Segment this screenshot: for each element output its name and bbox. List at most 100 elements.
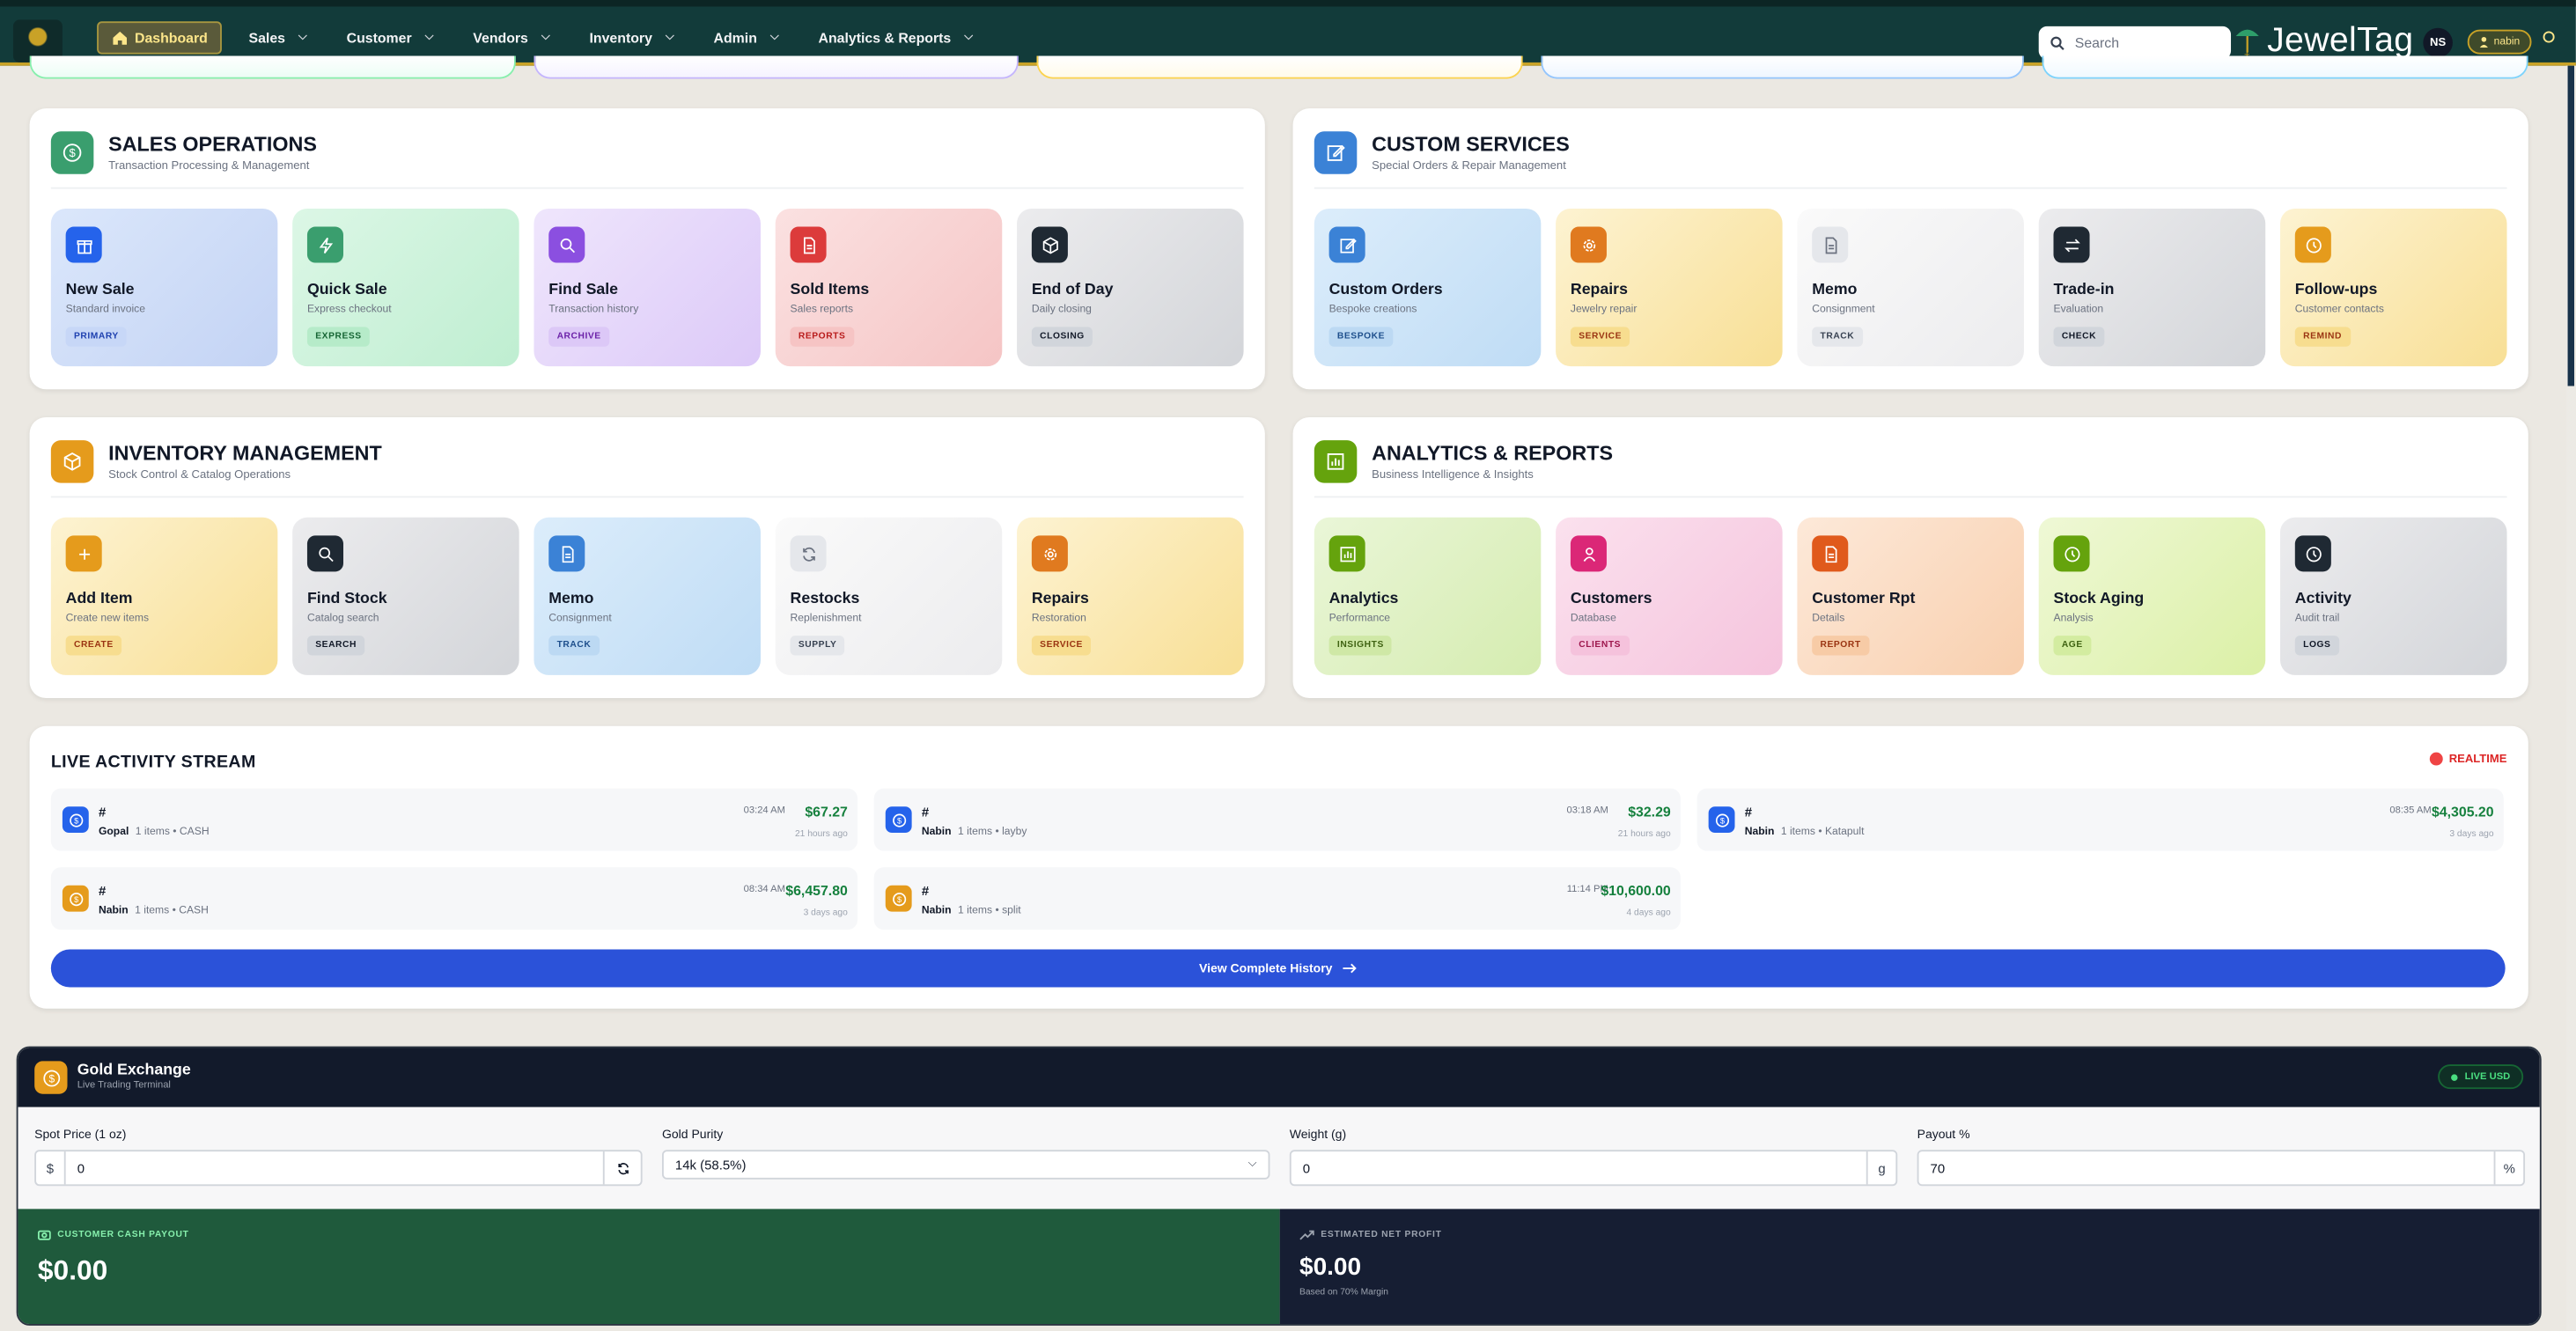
tile-trade-in[interactable]: Trade-in Evaluation CHECK bbox=[2038, 208, 2266, 367]
tile-memo[interactable]: Memo Consignment TRACK bbox=[534, 517, 761, 675]
tile-follow-ups[interactable]: Follow-ups Customer contacts REMIND bbox=[2280, 208, 2507, 367]
sales-operations-panel: $ SALES OPERATIONS Transaction Processin… bbox=[29, 108, 1265, 390]
tile-restocks[interactable]: Restocks Replenishment SUPPLY bbox=[775, 517, 1003, 675]
weight-label: Weight (g) bbox=[1289, 1127, 1347, 1142]
tile-subtitle: Consignment bbox=[548, 613, 612, 625]
tile-memo[interactable]: Memo Consignment TRACK bbox=[1797, 208, 2024, 367]
search-icon bbox=[306, 535, 343, 572]
nav-inventory-label: Inventory bbox=[589, 29, 652, 47]
tile-add-item[interactable]: Add Item Create new items CREATE bbox=[50, 517, 278, 675]
tile-title: Find Sale bbox=[548, 281, 619, 299]
nav-analytics-label: Analytics & Reports bbox=[818, 29, 952, 47]
tile-subtitle: Transaction history bbox=[548, 304, 639, 316]
panel-title: CUSTOM SERVICES bbox=[1372, 133, 1570, 157]
panel-subtitle: Stock Control & Catalog Operations bbox=[108, 469, 291, 482]
gold-purity-value: 14k (58.5%) bbox=[674, 1157, 747, 1173]
tile-title: Custom Orders bbox=[1328, 281, 1443, 299]
gear-icon bbox=[1031, 535, 1068, 572]
tile-find-stock[interactable]: Find Stock Catalog search SEARCH bbox=[292, 517, 519, 675]
search-input[interactable] bbox=[2074, 34, 2223, 51]
avatar[interactable]: NS bbox=[2423, 27, 2453, 58]
tile-subtitle: Create new items bbox=[65, 613, 150, 625]
activity-item[interactable]: $ # Nabin 1 items • split 11:14 PM $10,60… bbox=[873, 867, 1681, 930]
tile-new-sale[interactable]: New Sale Standard invoice PRIMARY bbox=[50, 208, 278, 367]
activity-item[interactable]: $ # Gopal 1 items • CASH 03:24 AM $67.27 … bbox=[50, 788, 858, 851]
nav-inventory[interactable]: Inventory ⌵ bbox=[577, 21, 688, 54]
tile-analytics[interactable]: Analytics Performance INSIGHTS bbox=[1314, 517, 1542, 675]
panel-title: ANALYTICS & REPORTS bbox=[1372, 441, 1614, 466]
customer-name: Nabin bbox=[98, 905, 129, 917]
tile-tag: LOGS bbox=[2294, 636, 2339, 656]
tile-customer-rpt[interactable]: Customer Rpt Details REPORT bbox=[1797, 517, 2024, 675]
payout-field: Payout % 70 % bbox=[1917, 1127, 2526, 1187]
chevron-down-icon: ⌵ bbox=[1248, 1158, 1257, 1170]
tile-sold-items[interactable]: Sold Items Sales reports REPORTS bbox=[775, 208, 1003, 367]
brand[interactable]: + JewelTag bbox=[2234, 21, 2414, 61]
nav-dashboard[interactable]: Dashboard bbox=[97, 21, 223, 55]
panel-subtitle: Transaction Processing & Management bbox=[108, 160, 310, 173]
notification-icon[interactable] bbox=[2543, 31, 2555, 43]
divider bbox=[1314, 496, 2507, 498]
tile-title: Repairs bbox=[1570, 281, 1628, 299]
tile-customers[interactable]: Customers Database CLIENTS bbox=[1556, 517, 1783, 675]
search-icon bbox=[2050, 35, 2064, 50]
activity-item[interactable]: $ # Nabin 1 items • layby 03:18 AM $32.29… bbox=[873, 788, 1681, 851]
activity-ref: # bbox=[98, 805, 107, 820]
activity-time: 08:34 AM bbox=[743, 885, 785, 895]
activity-ago: 21 hours ago bbox=[794, 829, 848, 840]
tile-subtitle: Details bbox=[1812, 613, 1845, 625]
scrollbar-thumb[interactable] bbox=[2567, 65, 2575, 386]
refresh-icon[interactable] bbox=[602, 1151, 641, 1185]
nav-admin[interactable]: Admin ⌵ bbox=[701, 21, 792, 54]
tile-quick-sale[interactable]: Quick Sale Express checkout EXPRESS bbox=[292, 208, 519, 367]
tile-tag: EXPRESS bbox=[306, 327, 371, 347]
user-menu-button[interactable]: nabin bbox=[2467, 29, 2532, 55]
view-history-label: View Complete History bbox=[1199, 960, 1333, 976]
tile-subtitle: Catalog search bbox=[306, 613, 379, 625]
gold-purity-field: Gold Purity 14k (58.5%) ⌵ bbox=[661, 1127, 1270, 1180]
tile-tag: SUPPLY bbox=[790, 636, 845, 656]
nav-customer-label: Customer bbox=[346, 29, 412, 47]
activity-item[interactable]: $ # Nabin 1 items • CASH 08:34 AM $6,457.… bbox=[50, 867, 858, 930]
customer-name: Nabin bbox=[921, 905, 952, 917]
tile-custom-orders[interactable]: Custom Orders Bespoke creations BESPOKE bbox=[1314, 208, 1542, 367]
inventory-management-panel: INVENTORY MANAGEMENT Stock Control & Cat… bbox=[29, 416, 1265, 699]
tile-repairs[interactable]: Repairs Restoration SERVICE bbox=[1017, 517, 1244, 675]
cash-icon bbox=[37, 1230, 51, 1240]
tile-subtitle: Standard invoice bbox=[65, 304, 145, 316]
gold-purity-select[interactable]: 14k (58.5%) ⌵ bbox=[661, 1150, 1270, 1180]
gear-icon bbox=[1570, 226, 1607, 263]
analytics-reports-panel: ANALYTICS & REPORTS Business Intelligenc… bbox=[1292, 416, 2528, 699]
nav-vendors[interactable]: Vendors ⌵ bbox=[460, 21, 563, 54]
document-icon bbox=[1812, 535, 1849, 572]
scrollbar[interactable] bbox=[2565, 65, 2576, 1331]
arrow-right-icon bbox=[1343, 963, 1357, 974]
custom-services-panel: CUSTOM SERVICES Special Orders & Repair … bbox=[1292, 108, 2528, 390]
customer-cash-payout-card: CUSTOMER CASH PAYOUT $0.00 bbox=[18, 1209, 1280, 1324]
payout-input[interactable]: 70 bbox=[1918, 1160, 2493, 1175]
nav-customer[interactable]: Customer ⌵ bbox=[334, 21, 447, 54]
tile-activity[interactable]: Activity Audit trail LOGS bbox=[2280, 517, 2507, 675]
tile-end-of-day[interactable]: End of Day Daily closing CLOSING bbox=[1017, 208, 1244, 367]
user-icon bbox=[2479, 36, 2489, 48]
spot-price-input[interactable]: 0 bbox=[66, 1160, 603, 1175]
activity-ref: # bbox=[1744, 805, 1753, 820]
cash-payout-value: $0.00 bbox=[37, 1254, 108, 1287]
tile-find-sale[interactable]: Find Sale Transaction history ARCHIVE bbox=[534, 208, 761, 367]
net-profit-value: $0.00 bbox=[1299, 1253, 1362, 1282]
tile-title: Add Item bbox=[65, 589, 133, 608]
tile-title: Memo bbox=[1812, 281, 1858, 299]
activity-meta: 1 items • CASH bbox=[135, 905, 209, 917]
activity-item[interactable]: $ # Nabin 1 items • Katapult 08:35 AM $4,… bbox=[1696, 788, 2504, 851]
search-box[interactable] bbox=[2038, 26, 2232, 60]
refresh-icon bbox=[790, 535, 827, 572]
nav-analytics[interactable]: Analytics & Reports ⌵ bbox=[806, 21, 986, 54]
view-complete-history-button[interactable]: View Complete History bbox=[50, 949, 2506, 988]
tile-stock-aging[interactable]: Stock Aging Analysis AGE bbox=[2038, 517, 2266, 675]
weight-input[interactable]: 0 bbox=[1292, 1160, 1866, 1175]
nav-sales[interactable]: Sales ⌵ bbox=[236, 21, 320, 54]
trending-up-icon bbox=[1299, 1230, 1314, 1240]
tile-title: Repairs bbox=[1031, 589, 1089, 608]
users-icon bbox=[1570, 535, 1607, 572]
tile-repairs[interactable]: Repairs Jewelry repair SERVICE bbox=[1556, 208, 1783, 367]
